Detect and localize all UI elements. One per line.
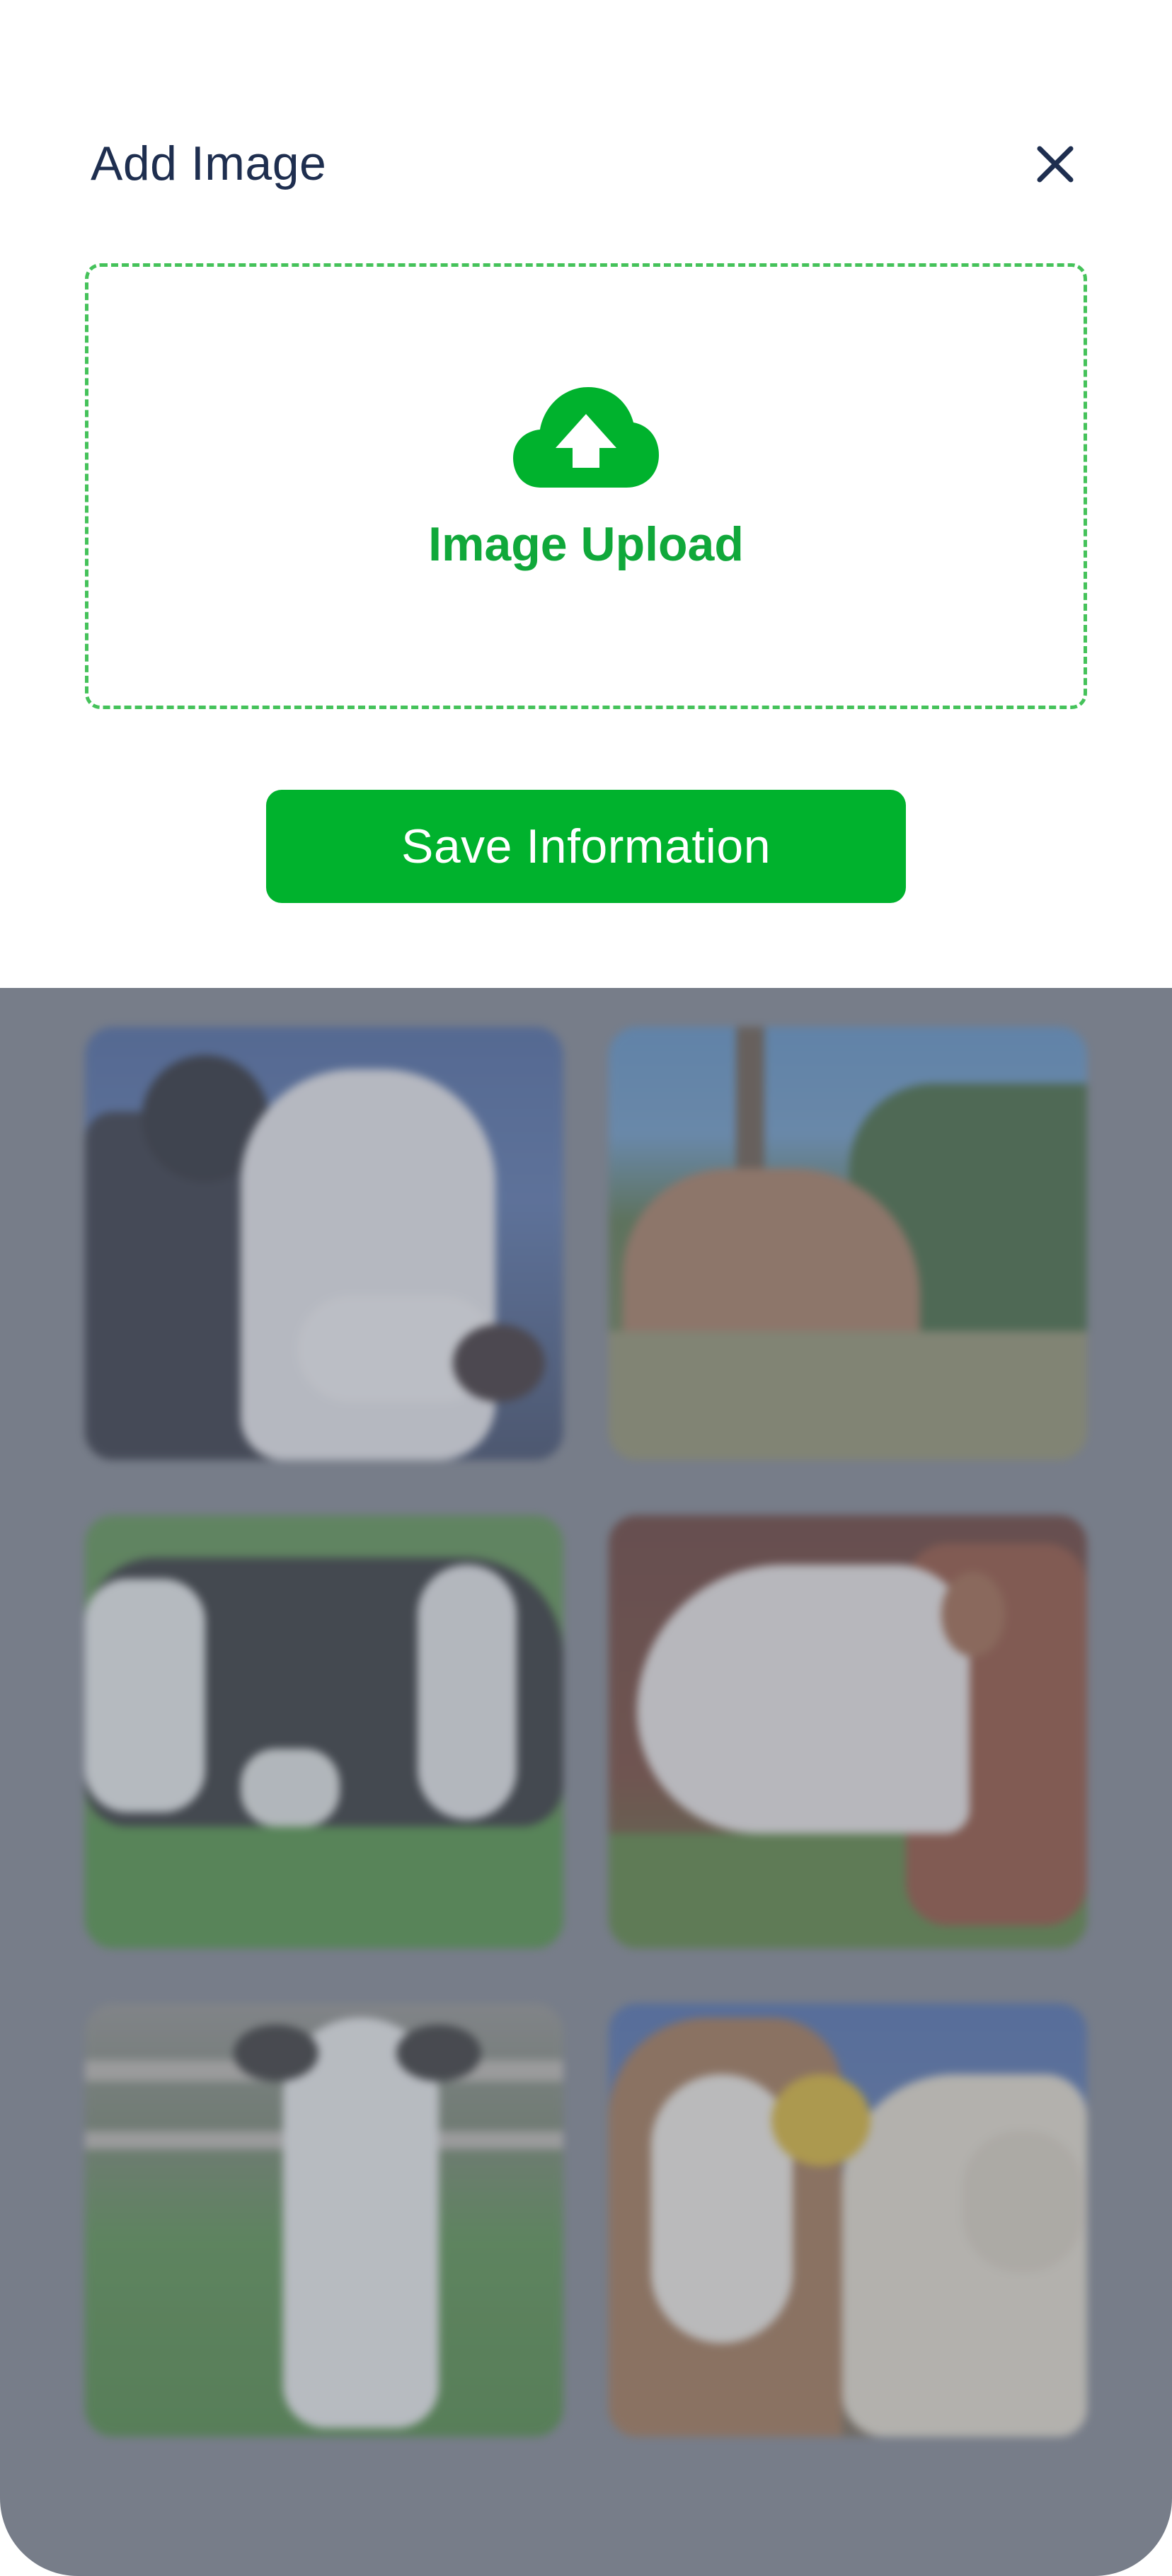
modal-backdrop[interactable]	[0, 988, 1172, 2576]
image-gallery-grid	[85, 1027, 1087, 2437]
image-upload-dropzone[interactable]: Image Upload	[85, 263, 1087, 709]
close-button[interactable]	[1023, 134, 1087, 194]
gallery-image-5	[85, 2003, 563, 2437]
gallery-image-4	[609, 1515, 1087, 1948]
add-image-sheet: Add Image Image Upload Save Information	[0, 0, 1172, 988]
cloud-upload-icon	[513, 387, 659, 488]
gallery-image-6	[609, 2003, 1087, 2437]
screen: Add Image Image Upload Save Information	[0, 0, 1172, 2576]
close-icon	[1037, 146, 1074, 183]
gallery-image-1	[85, 1027, 563, 1460]
sheet-title: Add Image	[91, 137, 327, 190]
gallery-image-2	[609, 1027, 1087, 1460]
save-information-button[interactable]: Save Information	[266, 790, 906, 903]
gallery-image-3	[85, 1515, 563, 1948]
image-upload-label: Image Upload	[428, 517, 744, 571]
